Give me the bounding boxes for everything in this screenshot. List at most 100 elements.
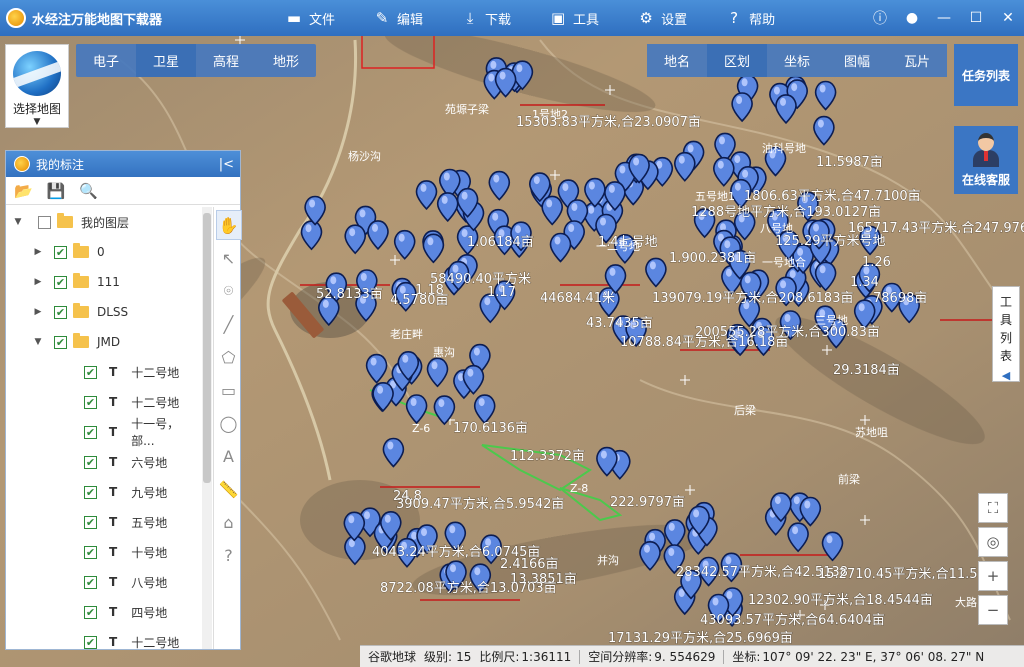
map-label: 1806.63平方米,合47.7100亩	[744, 188, 921, 204]
annotation-checkbox[interactable]	[84, 515, 97, 529]
gear-icon: ⚙	[639, 9, 653, 27]
pan-hand-icon[interactable]: ✋	[215, 210, 242, 240]
tool-map-sheets[interactable]: 图幅	[827, 44, 887, 77]
annotation-item[interactable]: T 十一号，部...	[6, 417, 202, 448]
map-type-terrain[interactable]: 地形	[256, 44, 316, 77]
polygon-tool-icon[interactable]: ⬠	[216, 342, 242, 372]
layer-checkbox[interactable]	[54, 275, 67, 289]
tool-districts[interactable]: 区划	[707, 44, 767, 77]
tool-list-char: 列	[999, 331, 1012, 345]
chevron-right-icon[interactable]: ▶	[32, 307, 44, 317]
annotation-item[interactable]: T 四号地	[6, 597, 202, 627]
user-icon[interactable]: ●	[896, 0, 928, 36]
map-label: 112.3372亩	[510, 448, 585, 464]
menu-file[interactable]: ▬ 文件	[285, 0, 335, 36]
tool-tiles[interactable]: 瓦片	[887, 44, 947, 77]
menu-download-label: 下载	[485, 12, 512, 28]
annotation-item[interactable]: T 九号地	[6, 477, 202, 507]
annotation-checkbox[interactable]	[84, 575, 97, 589]
annotation-checkbox[interactable]	[84, 365, 97, 379]
layer-tree: ▼ 我的图层 ▶ 0 ▶ 111 ▶ DLSS ▼ JMD	[6, 207, 202, 649]
globe-icon	[13, 51, 61, 96]
minimize-button[interactable]: —	[928, 0, 960, 36]
locate-icon[interactable]: ◎	[978, 527, 1008, 557]
annotation-item[interactable]: T 八号地	[6, 567, 202, 597]
measure-ruler-icon[interactable]: 📏	[216, 474, 242, 504]
tree-root-label: 我的图层	[81, 215, 130, 230]
annotation-item[interactable]: T 五号地	[6, 507, 202, 537]
zoom-out-button[interactable]: −	[978, 595, 1008, 625]
layer-label: 0	[97, 245, 105, 259]
menu-download[interactable]: ⤓ 下载	[461, 0, 511, 36]
layer-checkbox[interactable]	[38, 215, 51, 229]
annotation-checkbox[interactable]	[84, 605, 97, 619]
status-coord-label: 坐标:	[732, 650, 761, 664]
circle-tool-icon[interactable]: ◯	[216, 408, 242, 438]
layer-checkbox[interactable]	[54, 245, 67, 259]
layer-checkbox[interactable]	[54, 305, 67, 319]
menu-tools[interactable]: ▣ 工具	[549, 0, 599, 36]
annotation-checkbox[interactable]	[84, 395, 97, 409]
annotation-item[interactable]: T 十二号地	[6, 357, 202, 387]
map-type-satellite[interactable]: 卫星	[136, 44, 196, 77]
chevron-right-icon[interactable]: ▶	[32, 277, 44, 287]
text-tool-icon[interactable]: A	[216, 441, 242, 471]
chevron-down-icon[interactable]: ▼	[12, 217, 24, 227]
scroll-thumb[interactable]	[203, 213, 211, 483]
map-label: 三号地	[815, 314, 848, 327]
menu-edit[interactable]: ✎ 编辑	[373, 0, 423, 36]
annotation-checkbox[interactable]	[84, 455, 97, 469]
annotation-item[interactable]: T 十二号地	[6, 387, 202, 417]
map-type-elevation[interactable]: 高程	[196, 44, 256, 77]
annotation-item[interactable]: T 十号地	[6, 537, 202, 567]
open-folder-icon[interactable]: 📂	[14, 182, 33, 200]
tree-root[interactable]: ▼ 我的图层	[6, 207, 202, 237]
select-map-button[interactable]: 选择地图 ▼	[5, 44, 69, 128]
maximize-button[interactable]: ☐	[960, 0, 992, 36]
online-service-button[interactable]: 在线客服	[954, 126, 1018, 194]
fullscreen-icon[interactable]: ⛶	[978, 493, 1008, 523]
annotation-checkbox[interactable]	[84, 425, 97, 439]
annotation-item[interactable]: T 十二号地	[6, 627, 202, 649]
tool-place-names[interactable]: 地名	[647, 44, 707, 77]
annotation-item[interactable]: T 六号地	[6, 447, 202, 477]
tool-list-tab[interactable]: 工 具 列 表 ◀	[992, 286, 1020, 382]
area-measure-icon[interactable]: ⌂	[216, 507, 242, 537]
save-icon[interactable]: 💾	[47, 182, 66, 200]
annotation-checkbox[interactable]	[84, 635, 97, 649]
map-type-electronic[interactable]: 电子	[76, 44, 136, 77]
map-label: 1288号地平方米,合193.0127亩	[691, 204, 881, 220]
chevron-right-icon[interactable]: ▶	[32, 247, 44, 257]
annotation-checkbox[interactable]	[84, 485, 97, 499]
info-icon[interactable]: ⓘ	[864, 0, 896, 36]
select-arrow-icon[interactable]: ↖	[216, 243, 242, 273]
chevron-down-icon[interactable]: ▼	[32, 337, 44, 347]
layer-row[interactable]: ▶ 0	[6, 237, 202, 267]
collapse-panel-icon[interactable]: |<	[219, 157, 234, 172]
main-menu: ▬ 文件 ✎ 编辑 ⤓ 下载 ▣ 工具 ⚙ 设置 ? 帮助	[285, 0, 813, 36]
annotation-checkbox[interactable]	[84, 545, 97, 559]
layer-checkbox[interactable]	[54, 335, 67, 349]
task-list-button[interactable]: 任务列表	[954, 44, 1018, 106]
point-marker-icon[interactable]: ⌾	[216, 276, 242, 306]
close-button[interactable]: ✕	[992, 0, 1024, 36]
rectangle-tool-icon[interactable]: ▭	[216, 375, 242, 405]
menu-help[interactable]: ? 帮助	[725, 0, 775, 36]
help-circle-icon[interactable]: ?	[216, 540, 242, 570]
map-label: 苏地咀	[855, 426, 888, 439]
map-label: 2.4166亩	[500, 556, 559, 572]
text-annotation-icon: T	[109, 635, 118, 649]
caret-down-icon: ▼	[33, 117, 41, 127]
layer-row[interactable]: ▶ 111	[6, 267, 202, 297]
zoom-in-button[interactable]: +	[978, 561, 1008, 591]
map-label: 170.6136亩	[453, 420, 528, 436]
app-logo-icon	[6, 8, 26, 28]
tree-scrollbar[interactable]	[202, 207, 212, 649]
menu-settings[interactable]: ⚙ 设置	[637, 0, 687, 36]
search-icon[interactable]: 🔍	[79, 182, 98, 200]
line-tool-icon[interactable]: ╱	[216, 309, 242, 339]
layer-row[interactable]: ▶ DLSS	[6, 297, 202, 327]
tool-coordinates[interactable]: 坐标	[767, 44, 827, 77]
layer-row[interactable]: ▼ JMD	[6, 327, 202, 357]
status-source: 谷歌地球	[368, 650, 417, 664]
